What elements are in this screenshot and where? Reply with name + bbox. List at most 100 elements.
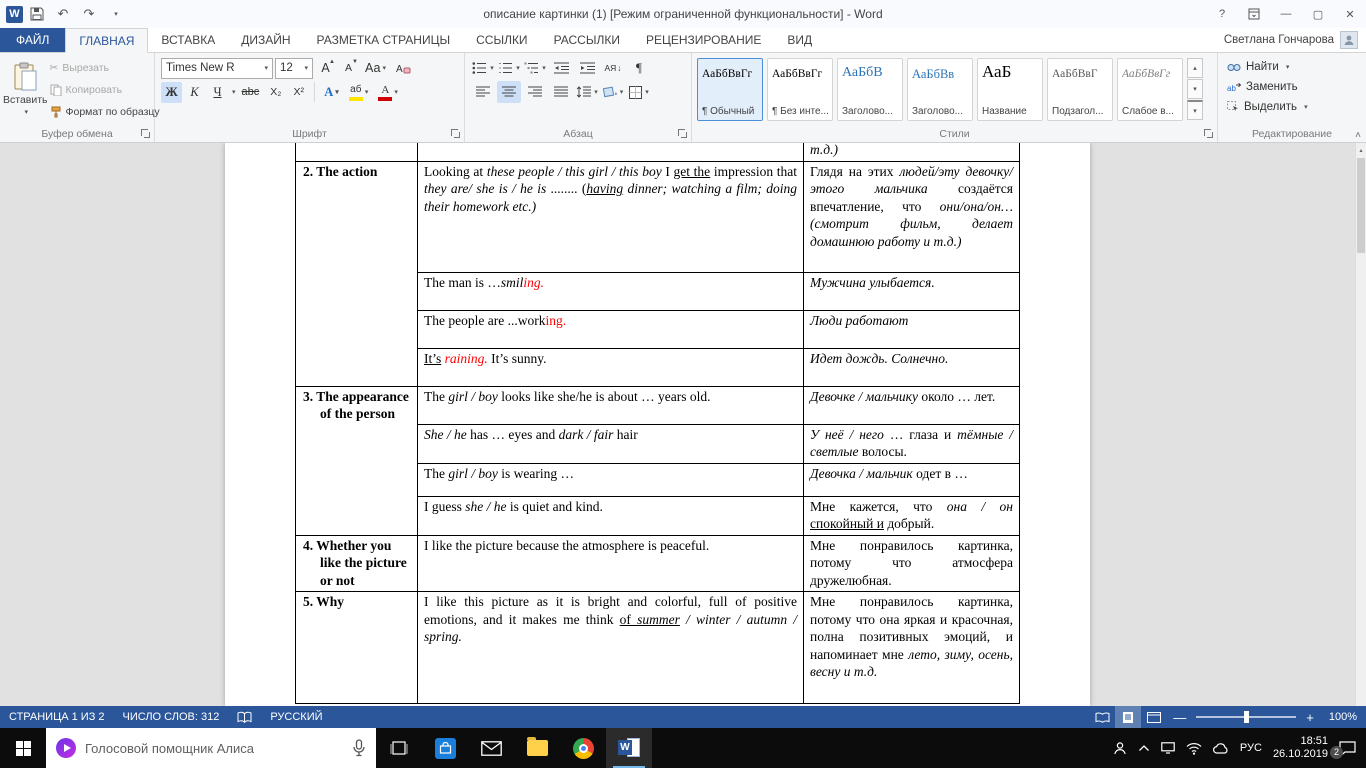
align-center-button[interactable] (497, 81, 521, 103)
close-button[interactable]: ✕ (1334, 0, 1366, 28)
proofing-status-button[interactable] (228, 706, 261, 728)
read-mode-button[interactable] (1089, 706, 1115, 728)
select-button[interactable]: Выделить ▾ (1221, 97, 1363, 117)
underline-options-chevron-icon[interactable]: ▾ (232, 88, 236, 96)
align-right-button[interactable] (523, 81, 547, 103)
find-button[interactable]: Найти ▾ (1221, 57, 1363, 77)
word-app-icon[interactable]: W (6, 5, 23, 23)
table-cell[interactable]: Девочке / мальчику около … лет. (803, 385, 1020, 425)
print-layout-button[interactable] (1115, 706, 1142, 728)
decrease-indent-button[interactable] (549, 57, 573, 79)
borders-button[interactable]: ▾ (627, 81, 651, 103)
paste-button[interactable]: Вставить ▾ (3, 56, 48, 122)
taskbar-app-store[interactable] (422, 728, 468, 768)
search-box[interactable]: Голосовой помощник Алиса (46, 728, 376, 768)
table-cell[interactable]: 5. Why (295, 591, 418, 704)
sort-button[interactable]: АЯ ↓ (601, 57, 625, 79)
redo-button[interactable]: ↷ (77, 3, 101, 25)
font-dialog-launcher[interactable] (450, 128, 461, 139)
clock[interactable]: 18:51 26.10.2019 (1273, 735, 1328, 761)
style-title[interactable]: АаБ Название (977, 58, 1043, 121)
table-cell[interactable]: She / he has … eyes and dark / fair hair (417, 423, 804, 464)
web-layout-button[interactable] (1141, 706, 1167, 728)
taskbar-app-explorer[interactable] (514, 728, 560, 768)
tab-insert[interactable]: ВСТАВКА (148, 28, 228, 52)
font-name-combo[interactable]: Times New R ▾ (161, 57, 273, 79)
strikethrough-button[interactable]: abc (238, 82, 264, 103)
zoom-slider-thumb[interactable] (1244, 711, 1250, 723)
wifi-icon[interactable] (1186, 742, 1202, 755)
account-area[interactable]: Светлана Гончарова (1224, 28, 1366, 52)
bullets-button[interactable]: ▾ (471, 57, 495, 79)
avatar[interactable] (1340, 31, 1358, 49)
table-cell[interactable]: Мужчина улыбается. (803, 271, 1020, 311)
table-cell[interactable]: 4. Whether you like the picture or not (295, 534, 418, 592)
zoom-out-button[interactable]: — (1167, 710, 1192, 725)
language-indicator[interactable]: РУССКИЙ (261, 706, 331, 728)
ribbon-display-options-button[interactable] (1238, 0, 1270, 28)
shrink-font-button[interactable]: А ▼ (338, 58, 359, 79)
taskbar-app-chrome[interactable] (560, 728, 606, 768)
table-cell[interactable]: Идет дождь. Солнечно. (803, 347, 1020, 387)
styles-scroll-down-button[interactable]: ▾ (1187, 79, 1203, 99)
zoom-in-button[interactable]: + (1300, 710, 1320, 725)
cloud-icon[interactable] (1212, 742, 1229, 754)
bold-button[interactable]: Ж (161, 81, 182, 103)
action-center-button[interactable]: 2 (1330, 740, 1356, 759)
shading-button[interactable]: ▾ (601, 81, 625, 103)
cut-button[interactable]: ✂ Вырезать (48, 58, 162, 78)
microphone-icon[interactable] (352, 739, 366, 757)
tab-file[interactable]: ФАЙЛ (0, 28, 66, 52)
table-cell[interactable]: Люди работают (803, 309, 1020, 349)
replace-button[interactable]: ab Заменить (1221, 77, 1363, 97)
hidden-icons-chevron-icon[interactable] (1138, 744, 1150, 752)
copy-button[interactable]: Копировать (48, 80, 162, 100)
start-button[interactable] (0, 728, 46, 768)
zoom-slider[interactable] (1196, 711, 1297, 723)
superscript-button[interactable]: X² (288, 82, 309, 103)
style-heading1[interactable]: АаБбВ Заголово... (837, 58, 903, 121)
taskbar-app-mail[interactable] (468, 728, 514, 768)
style-normal[interactable]: АаБбВвГг ¶ Обычный (697, 58, 763, 121)
document-page[interactable]: т.д.) 2. The action Looking at these peopl… (225, 143, 1090, 706)
table-cell[interactable]: Глядя на этих людей/эту девочку/этого ма… (803, 160, 1020, 273)
table-cell[interactable]: I like this picture as it is bright and … (417, 591, 804, 704)
numbering-button[interactable]: ▾ (497, 57, 521, 79)
tab-references[interactable]: ССЫЛКИ (463, 28, 540, 52)
tab-design[interactable]: ДИЗАЙН (228, 28, 303, 52)
table-cell[interactable]: У неё / него … глаза и тёмные / светлые … (803, 423, 1020, 464)
show-paragraph-marks-button[interactable]: ¶ (627, 57, 651, 79)
maximize-button[interactable]: ▢ (1302, 0, 1334, 28)
format-painter-button[interactable]: Формат по образцу (48, 102, 162, 122)
scroll-up-arrow-icon[interactable]: ▴ (1356, 143, 1366, 157)
table-cell[interactable]: 3. The appearance of the person (295, 385, 418, 536)
tab-review[interactable]: РЕЦЕНЗИРОВАНИЕ (633, 28, 774, 52)
table-cell[interactable]: 2. The action (295, 160, 418, 387)
italic-button[interactable]: К (184, 82, 205, 103)
style-subtle-emphasis[interactable]: АаБбВвГг Слабое в... (1117, 58, 1183, 121)
zoom-level[interactable]: 100% (1320, 706, 1366, 728)
table-cell[interactable] (417, 143, 804, 162)
table-cell[interactable]: The girl / boy looks like she/he is abou… (417, 385, 804, 425)
tab-mailings[interactable]: РАССЫЛКИ (541, 28, 633, 52)
scrollbar-thumb[interactable] (1357, 158, 1365, 253)
clipboard-dialog-launcher[interactable] (140, 128, 151, 139)
collapse-ribbon-button[interactable]: ˄ (1355, 130, 1361, 141)
minimize-button[interactable]: — (1270, 0, 1302, 28)
styles-scroll-up-button[interactable]: ▴ (1187, 58, 1203, 78)
tab-home[interactable]: ГЛАВНАЯ (65, 28, 149, 53)
table-cell[interactable]: I guess she / he is quiet and kind. (417, 495, 804, 536)
style-heading2[interactable]: АаБбВв Заголово... (907, 58, 973, 121)
display-icon[interactable] (1161, 742, 1175, 754)
table-cell[interactable]: Девочка / мальчик одет в … (803, 462, 1020, 497)
table-cell[interactable]: The man is …smiling. (417, 271, 804, 311)
word-count-indicator[interactable]: ЧИСЛО СЛОВ: 312 (114, 706, 229, 728)
table-cell[interactable]: The people are ...working. (417, 309, 804, 349)
table-cell[interactable]: I like the picture because the atmospher… (417, 534, 804, 592)
font-color-button[interactable]: А ▾ (374, 82, 402, 103)
change-case-button[interactable]: Аа ▾ (361, 58, 390, 79)
table-cell[interactable]: The girl / boy is wearing … (417, 462, 804, 497)
table-cell[interactable]: Мне понравилось картинка, потому что атм… (803, 534, 1020, 592)
subscript-button[interactable]: X₂ (265, 82, 286, 103)
vertical-scrollbar[interactable]: ▴ (1355, 143, 1366, 706)
